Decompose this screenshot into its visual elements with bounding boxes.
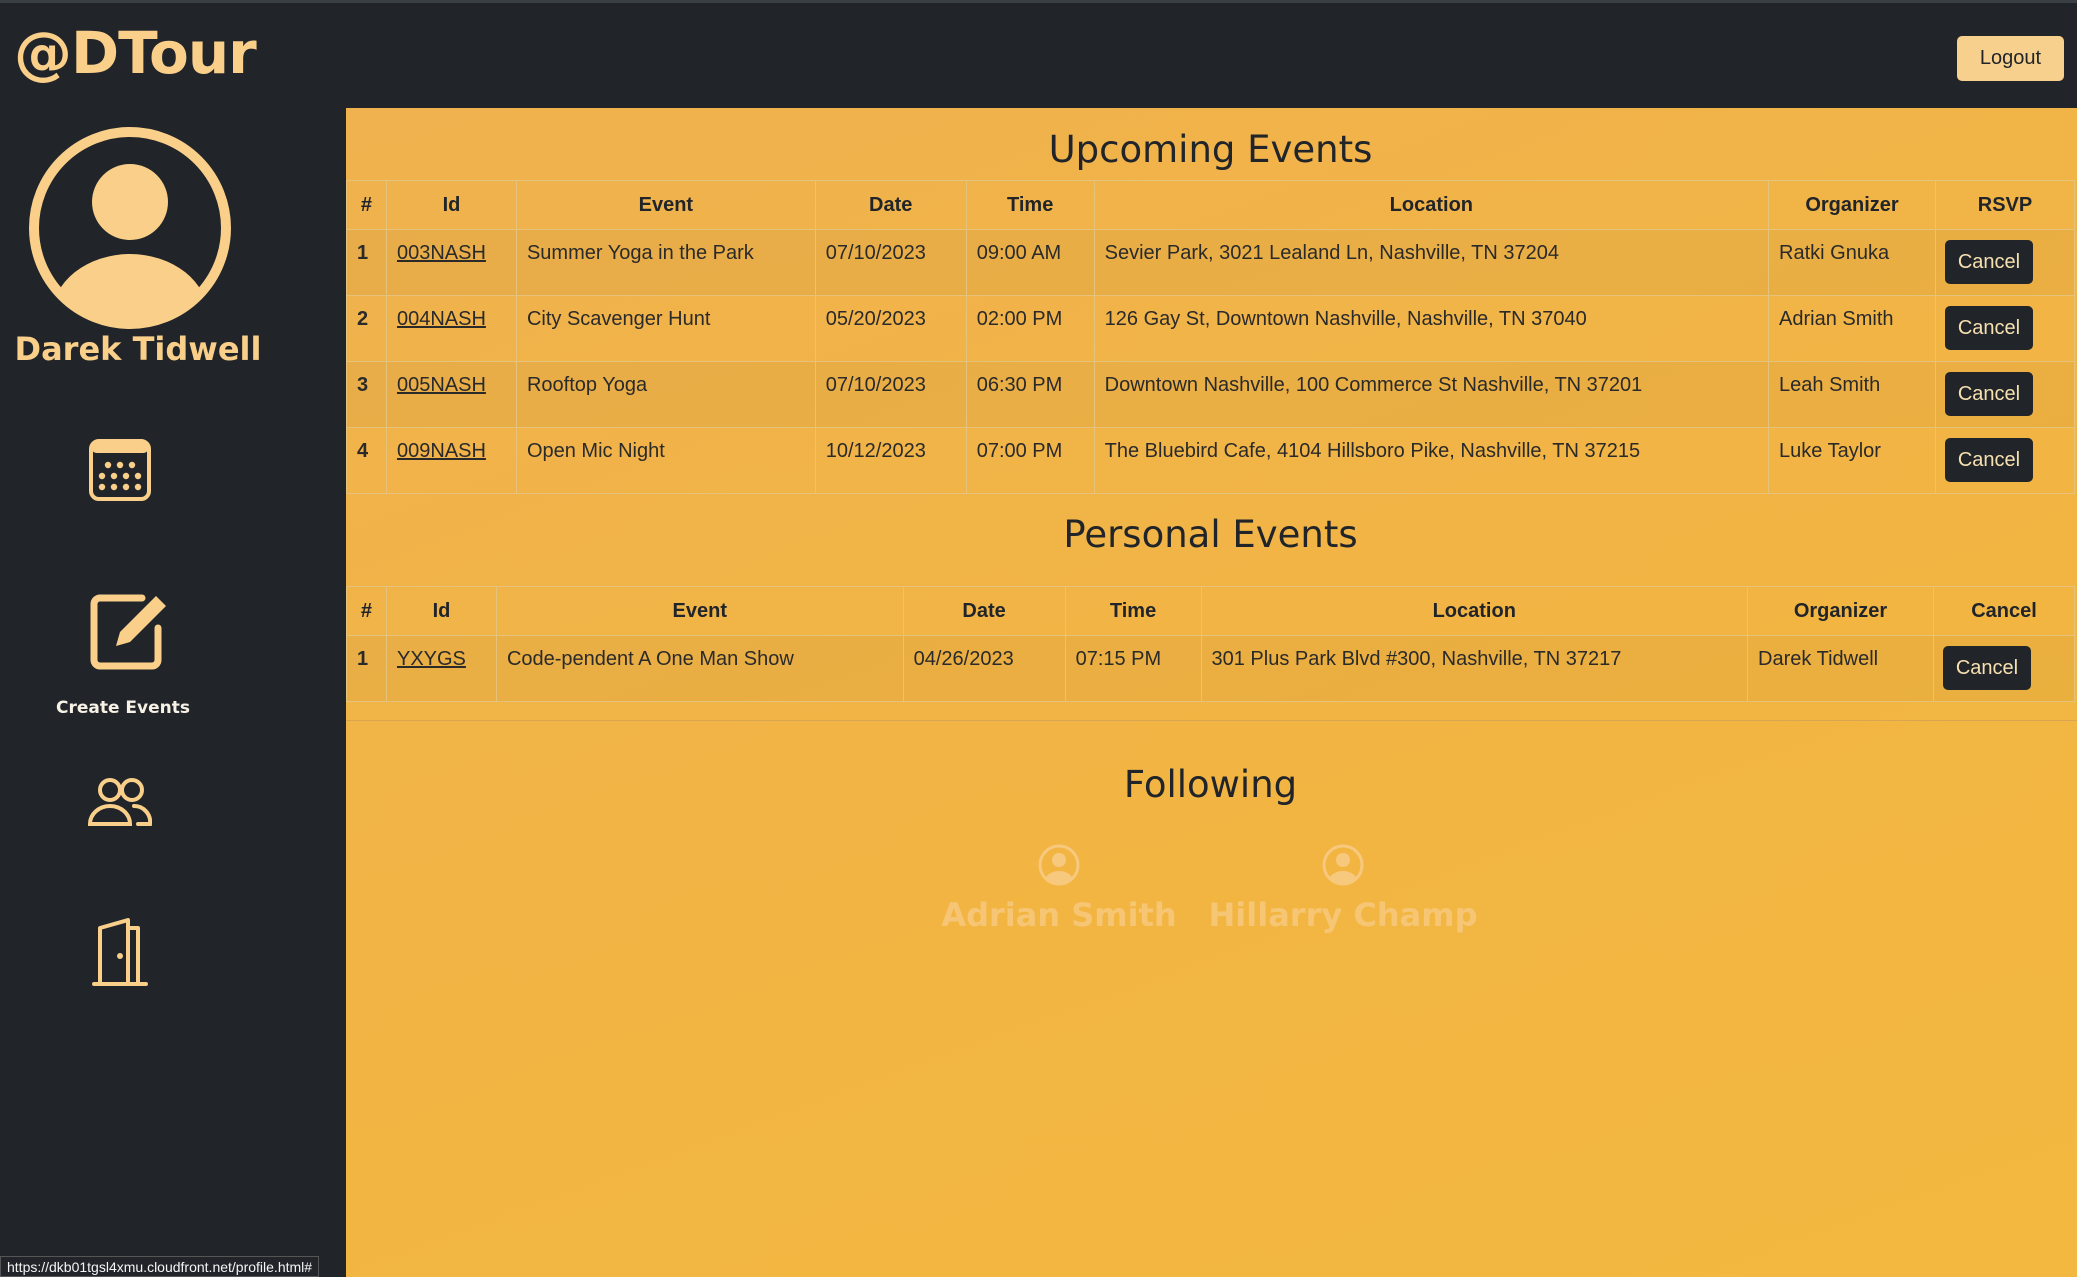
row-num: 3	[346, 361, 387, 428]
create-events-label[interactable]: Create Events	[0, 698, 246, 718]
header-event: Event	[495, 586, 904, 636]
brand-logo[interactable]: @DTour	[14, 19, 257, 87]
avatar-icon	[29, 127, 231, 329]
main-content: Upcoming Events # Id Event Date Time Loc…	[346, 108, 2077, 1277]
row-action-cell: Cancel	[1934, 361, 2076, 428]
row-id-cell: 005NASH	[385, 361, 517, 428]
row-location: 126 Gay St, Downtown Nashville, Nashvill…	[1093, 295, 1770, 362]
row-date: 07/10/2023	[814, 229, 967, 296]
row-organizer: Adrian Smith	[1768, 295, 1936, 362]
table-row: 2 004NASH City Scavenger Hunt 05/20/2023…	[346, 295, 2076, 362]
row-location: Downtown Nashville, 100 Commerce St Nash…	[1093, 361, 1770, 428]
row-action-cell: Cancel	[1934, 427, 2076, 494]
header-time: Time	[1064, 586, 1202, 636]
header-id: Id	[385, 586, 497, 636]
row-num: 2	[346, 295, 387, 362]
users-icon[interactable]	[88, 776, 152, 828]
row-num: 4	[346, 427, 387, 494]
event-id-link[interactable]: 005NASH	[397, 374, 486, 396]
table-header-row: # Id Event Date Time Location Organizer …	[346, 180, 2076, 230]
row-date: 07/10/2023	[814, 361, 967, 428]
row-action-cell: Cancel	[1934, 295, 2076, 362]
door-icon[interactable]	[92, 918, 148, 988]
upcoming-events-table: # Id Event Date Time Location Organizer …	[346, 180, 2076, 494]
row-date: 05/20/2023	[814, 295, 967, 362]
upcoming-events-title: Upcoming Events	[1048, 128, 1373, 171]
cancel-rsvp-button[interactable]: Cancel	[1944, 306, 2033, 350]
following-person-card[interactable]: Hillarry Champ	[1193, 843, 1493, 934]
following-person-name: Adrian Smith	[941, 896, 1177, 934]
header-time: Time	[965, 180, 1095, 230]
table-header-row: # Id Event Date Time Location Organizer …	[346, 586, 2076, 636]
row-date: 10/12/2023	[814, 427, 967, 494]
user-circle-icon	[1322, 844, 1364, 886]
calendar-icon[interactable]	[88, 438, 152, 502]
table-row: 4 009NASH Open Mic Night 10/12/2023 07:0…	[346, 427, 2076, 494]
cancel-rsvp-button[interactable]: Cancel	[1944, 372, 2033, 416]
logout-button[interactable]: Logout	[1957, 36, 2064, 81]
row-organizer: Leah Smith	[1768, 361, 1936, 428]
row-event: Code-pendent A One Man Show	[495, 635, 904, 702]
row-date: 04/26/2023	[902, 635, 1066, 702]
row-id-cell: 003NASH	[385, 229, 517, 296]
row-event: City Scavenger Hunt	[515, 295, 816, 362]
row-organizer: Darek Tidwell	[1747, 635, 1934, 702]
edit-icon[interactable]	[90, 590, 170, 670]
header-organizer: Organizer	[1768, 180, 1936, 230]
header-event: Event	[515, 180, 816, 230]
row-id-cell: YXYGS	[385, 635, 497, 702]
row-location: The Bluebird Cafe, 4104 Hillsboro Pike, …	[1093, 427, 1770, 494]
event-id-link[interactable]: 009NASH	[397, 440, 486, 462]
row-time: 09:00 AM	[965, 229, 1095, 296]
cancel-rsvp-button[interactable]: Cancel	[1944, 240, 2033, 284]
event-id-link[interactable]: YXYGS	[397, 648, 466, 670]
row-time: 07:00 PM	[965, 427, 1095, 494]
row-id-cell: 004NASH	[385, 295, 517, 362]
header-num: #	[346, 180, 387, 230]
header-num: #	[346, 586, 387, 636]
cancel-rsvp-button[interactable]: Cancel	[1944, 438, 2033, 482]
event-id-link[interactable]: 004NASH	[397, 308, 486, 330]
row-event: Open Mic Night	[515, 427, 816, 494]
row-num: 1	[346, 635, 387, 702]
row-time: 06:30 PM	[965, 361, 1095, 428]
header-id: Id	[385, 180, 517, 230]
personal-events-table: # Id Event Date Time Location Organizer …	[346, 586, 2076, 702]
row-time: 02:00 PM	[965, 295, 1095, 362]
top-navbar: @DTour Logout	[0, 0, 2077, 108]
sidebar: Darek Tidwell Create Events	[0, 108, 346, 1277]
header-rsvp: RSVP	[1934, 180, 2076, 230]
header-location: Location	[1093, 180, 1770, 230]
row-time: 07:15 PM	[1064, 635, 1202, 702]
header-cancel: Cancel	[1932, 586, 2076, 636]
following-title: Following	[1123, 763, 1298, 806]
browser-status-url: https://dkb01tgsl4xmu.cloudfront.net/pro…	[0, 1256, 320, 1277]
following-person-card[interactable]: Adrian Smith	[909, 843, 1209, 934]
row-location: Sevier Park, 3021 Lealand Ln, Nashville,…	[1093, 229, 1770, 296]
header-organizer: Organizer	[1747, 586, 1934, 636]
row-action-cell: Cancel	[1934, 229, 2076, 296]
table-row: 3 005NASH Rooftop Yoga 07/10/2023 06:30 …	[346, 361, 2076, 428]
header-date: Date	[902, 586, 1066, 636]
personal-events-title: Personal Events	[1063, 513, 1358, 556]
header-location: Location	[1200, 586, 1749, 636]
user-circle-icon	[1038, 844, 1080, 886]
row-organizer: Ratki Gnuka	[1768, 229, 1936, 296]
row-event: Summer Yoga in the Park	[515, 229, 816, 296]
row-num: 1	[346, 229, 387, 296]
section-divider	[346, 720, 2077, 721]
table-row: 1 003NASH Summer Yoga in the Park 07/10/…	[346, 229, 2076, 296]
row-event: Rooftop Yoga	[515, 361, 816, 428]
following-person-name: Hillarry Champ	[1208, 896, 1478, 934]
table-row: 1 YXYGS Code-pendent A One Man Show 04/2…	[346, 635, 2076, 702]
cancel-event-button[interactable]: Cancel	[1942, 646, 2031, 690]
row-action-cell: Cancel	[1932, 635, 2076, 702]
row-organizer: Luke Taylor	[1768, 427, 1936, 494]
row-id-cell: 009NASH	[385, 427, 517, 494]
event-id-link[interactable]: 003NASH	[397, 242, 486, 264]
header-date: Date	[814, 180, 967, 230]
row-location: 301 Plus Park Blvd #300, Nashville, TN 3…	[1200, 635, 1749, 702]
profile-user-name: Darek Tidwell	[14, 330, 262, 368]
